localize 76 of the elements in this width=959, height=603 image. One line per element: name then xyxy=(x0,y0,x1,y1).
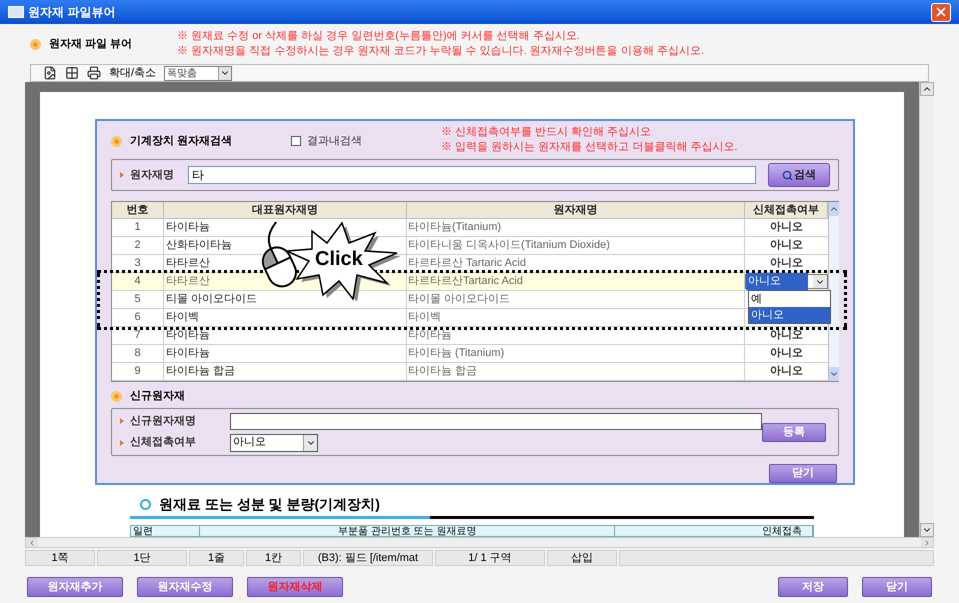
warning-note: ※ 신체접촉여부를 반드시 확인해 주십시오 xyxy=(441,125,652,140)
status-field: 1쪽 xyxy=(25,550,95,566)
section-heading: 원재료 또는 성분 및 분량(기계장치) xyxy=(159,496,380,513)
filter-label: 결과내검색 xyxy=(307,134,362,149)
section-title: 신규원자재 xyxy=(130,388,185,404)
table-cell-text: 타타르산 xyxy=(166,274,210,289)
search-field[interactable]: 타 xyxy=(188,166,756,184)
dropdown-option[interactable]: 아니오 xyxy=(749,307,830,323)
close-button[interactable] xyxy=(931,2,951,22)
contact-select[interactable]: 아니오 xyxy=(745,274,828,289)
table-cell-text: 티몰 아이오다이드 xyxy=(166,292,258,307)
arrow-icon xyxy=(120,418,124,424)
search-button[interactable]: 검색 xyxy=(768,163,830,187)
row-number-cell[interactable]: 2 xyxy=(112,237,164,255)
search-label: 원자재명 xyxy=(130,168,175,183)
warning-note: ※ 원자재명을 직접 수정하시는 경우 원자재 코드가 누락될 수 있습니다. 원자재수정버튼을 이용해 주십시오. xyxy=(177,44,704,59)
table-cell-text: 아니오 xyxy=(770,220,803,236)
contact-label: 신체접촉여부 xyxy=(130,435,197,450)
table-cell-text: 아니오 xyxy=(770,328,803,344)
dropdown-option[interactable]: 예 xyxy=(749,291,830,307)
row-number-cell[interactable]: 5 xyxy=(112,291,164,309)
table-header: 인체접촉 xyxy=(615,526,813,536)
zoom-select[interactable]: 폭맞춤 xyxy=(164,66,232,80)
table-cell-text: 타이벡 xyxy=(166,310,199,325)
horizontal-scrollbar[interactable] xyxy=(25,537,934,548)
status-field: 1칸 xyxy=(246,550,301,566)
table-cell-text: 타이타늄 xyxy=(166,328,210,343)
scroll-right-icon[interactable] xyxy=(923,538,931,546)
app-icon xyxy=(8,6,24,18)
table-cell-text: 산화타이타늄 xyxy=(166,238,232,253)
bullet-icon xyxy=(111,390,122,402)
name-field[interactable] xyxy=(230,412,762,430)
table-cell-text: 아니오 xyxy=(770,346,803,362)
name-label: 신규원자재명 xyxy=(130,414,197,429)
status-field: 1단 xyxy=(97,550,187,566)
vertical-scrollbar[interactable] xyxy=(919,82,934,537)
search-icon xyxy=(782,170,793,180)
table-cell-text: 아니오 xyxy=(770,364,803,380)
bullet-icon xyxy=(30,38,41,50)
contact-select[interactable]: 아니오 xyxy=(230,434,318,452)
row-number-cell[interactable]: 1 xyxy=(112,219,164,237)
arrow-icon xyxy=(120,440,124,446)
row-number-cell[interactable]: 4 xyxy=(112,273,164,291)
row-number-cell[interactable]: 6 xyxy=(112,309,164,327)
image-icon[interactable] xyxy=(43,66,57,80)
status-field: 삽입 xyxy=(547,550,617,566)
table-header: 부분품 관리번호 또는 원재료명 xyxy=(200,526,616,536)
status-field: 1/ 1 구역 xyxy=(435,550,545,566)
table-header: 일련 xyxy=(131,526,200,536)
window-title: 원자재 파일뷰어 xyxy=(28,4,116,21)
table-cell: 타이타늄 합금 xyxy=(407,363,745,381)
row-number-cell[interactable]: 9 xyxy=(112,363,164,381)
printer-icon[interactable] xyxy=(87,66,101,80)
warning-note: ※ 입력을 원하시는 원자재를 선택하고 더블클릭해 주십시오. xyxy=(441,140,738,155)
click-label: Click xyxy=(315,249,363,269)
zoom-label: 확대/축소 xyxy=(109,66,156,81)
row-number-cell[interactable]: 7 xyxy=(112,327,164,345)
filter-checkbox[interactable] xyxy=(291,136,301,146)
status-field: 1줄 xyxy=(189,550,244,566)
row-number-cell[interactable]: 8 xyxy=(112,345,164,363)
row-number-cell[interactable]: 3 xyxy=(112,255,164,273)
bullet-icon xyxy=(111,136,122,147)
page-title: 원자재 파일 뷰어 xyxy=(49,36,132,52)
table-cell-text: 타이타늄 xyxy=(166,220,210,235)
table-cell-text: 타타르산 xyxy=(166,256,210,271)
table-cell-text: 타이타늄 xyxy=(166,346,210,361)
status-field: (B3): 필드 [/item/mat xyxy=(303,550,433,566)
grid-icon[interactable] xyxy=(65,66,79,80)
table-cell-text: 타이타늄 합금 xyxy=(166,364,236,379)
table-cell-text: 아니오 xyxy=(770,238,803,254)
arrow-icon xyxy=(120,172,124,178)
table-cell-text: 아니오 xyxy=(770,256,803,272)
dialog-title: 기계장치 원자재검색 xyxy=(130,134,232,149)
scroll-left-icon[interactable] xyxy=(28,538,36,546)
close-icon xyxy=(934,5,948,19)
warning-note: ※ 원재료 수정 or 삭제를 하실 경우 일련번호(누름틀안)에 커서를 선택해 주십시오. xyxy=(177,29,581,44)
